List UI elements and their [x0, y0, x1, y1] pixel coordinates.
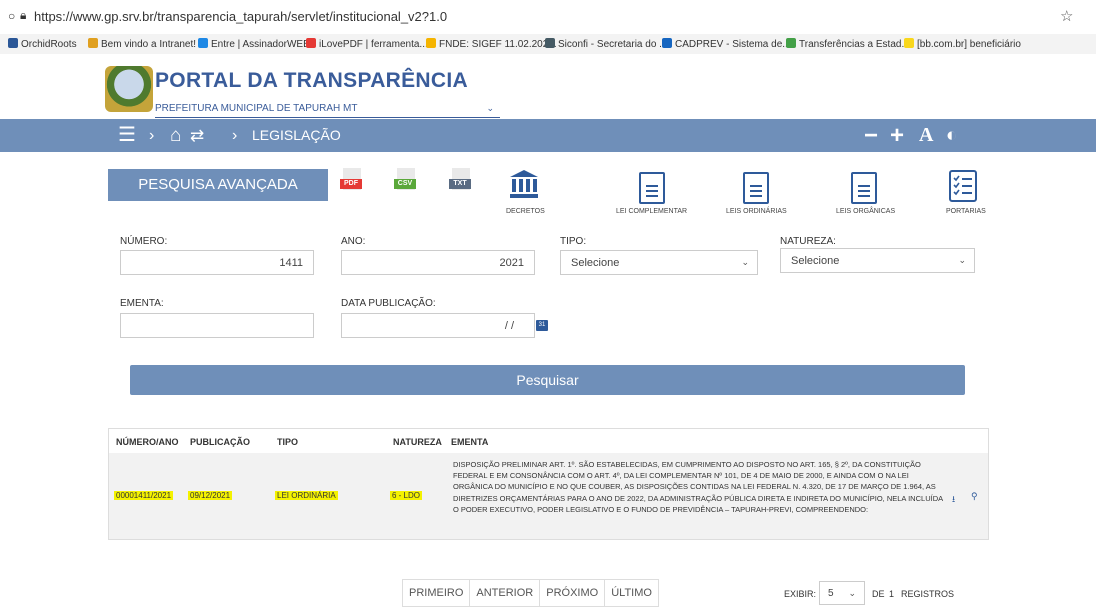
cell-tipo: LEI ORDINÁRIA — [275, 491, 338, 500]
portarias-label[interactable]: PORTARIAS — [946, 208, 986, 215]
pagination: PRIMEIRO ANTERIOR PRÓXIMO ÚLTIMO — [402, 579, 659, 607]
data-publicacao-input[interactable]: / / — [341, 313, 535, 338]
chevron-right-icon: › — [232, 127, 238, 144]
calendar-icon[interactable]: 31 — [536, 320, 548, 331]
leis-organicas-label[interactable]: LEIS ORGÂNICAS — [836, 208, 895, 215]
download-icon[interactable]: ⭳ — [952, 492, 955, 508]
star-icon[interactable]: ☆ — [1060, 7, 1073, 25]
bookmark-icon — [306, 38, 316, 48]
portarias-checklist-icon[interactable] — [949, 170, 977, 202]
browser-url-bar: ○ 🔒︎ https://www.gp.srv.br/transparencia… — [0, 0, 1096, 35]
bookmark-icon — [88, 38, 98, 48]
bookmark-icon — [426, 38, 436, 48]
chevron-down-icon: ⌄ — [848, 588, 856, 598]
chevron-down-icon: ⌄ — [486, 103, 494, 113]
bookmark-item[interactable]: Transferências a Estad... — [786, 38, 910, 50]
cell-publicacao: 09/12/2021 — [188, 491, 233, 500]
advanced-search-button[interactable]: PESQUISA AVANÇADA — [108, 169, 328, 201]
col-header-publicacao[interactable]: PUBLICAÇÃO — [190, 437, 250, 447]
bookmark-item[interactable]: Siconfi - Secretaria do ... — [545, 38, 668, 50]
chevron-down-icon: ⌄ — [741, 257, 749, 267]
font-size-icon[interactable]: A — [919, 119, 933, 152]
numero-label: NÚMERO: — [120, 236, 168, 247]
municipality-crest-logo — [105, 66, 153, 112]
cell-ementa: DISPOSIÇÃO PRELIMINAR ART. 1º. SÃO ESTAB… — [453, 460, 943, 514]
bookmark-item[interactable]: CADPREV - Sistema de... — [662, 38, 791, 50]
csv-export-icon[interactable]: CSV — [394, 168, 416, 192]
bookmark-item[interactable]: Entre | AssinadorWEB — [198, 38, 310, 50]
lei-complementar-doc-icon[interactable] — [639, 172, 665, 204]
ano-label: ANO: — [341, 236, 366, 247]
leis-ordinarias-label[interactable]: LEIS ORDINÁRIAS — [726, 208, 787, 215]
search-icon[interactable]: ⚲ — [971, 491, 978, 502]
bookmark-icon — [545, 38, 555, 48]
leis-ordinarias-doc-icon[interactable] — [743, 172, 769, 204]
col-header-ementa[interactable]: EMENTA — [451, 437, 488, 447]
txt-export-icon[interactable]: TXT — [449, 168, 471, 192]
chevron-right-icon: › — [149, 127, 155, 144]
exibir-label: EXIBIR: — [784, 589, 817, 599]
natureza-select[interactable]: Selecione ⌄ — [780, 248, 975, 273]
increase-font-icon[interactable]: + — [890, 119, 904, 152]
col-header-natureza[interactable]: NATUREZA — [393, 437, 442, 447]
breadcrumb-current: LEGISLAÇÃO — [252, 127, 341, 143]
bookmark-item[interactable]: FNDE: SIGEF 11.02.202... — [426, 38, 557, 50]
pdf-export-icon[interactable]: PDF — [340, 168, 362, 192]
next-page-button[interactable]: PRÓXIMO — [540, 580, 606, 606]
decrease-font-icon[interactable]: − — [864, 119, 878, 152]
bookmarks-bar: OrchidRoots Bem vindo a Intranet! Entre … — [0, 34, 1096, 54]
col-header-tipo[interactable]: TIPO — [277, 437, 298, 447]
cell-numero-ano: 00001411/2021 — [114, 491, 174, 500]
ementa-input[interactable] — [120, 313, 314, 338]
decretos-label[interactable]: DECRETOS — [506, 208, 545, 215]
cell-natureza: 6 - LDO — [390, 491, 423, 500]
bookmark-item[interactable]: [bb.com.br] beneficiário — [904, 38, 1021, 50]
contrast-icon[interactable]: ◐ — [946, 119, 957, 152]
chevron-down-icon: ⌄ — [958, 255, 966, 265]
ementa-label: EMENTA: — [120, 298, 164, 309]
registros-label: REGISTROS — [901, 589, 955, 599]
refresh-icon[interactable]: ⇄ — [190, 119, 204, 152]
col-header-numero-ano[interactable]: NÚMERO/ANO — [116, 437, 179, 447]
ano-input[interactable]: 2021 — [341, 250, 535, 275]
last-page-button[interactable]: ÚLTIMO — [605, 580, 658, 606]
bookmark-item[interactable]: Bem vindo a Intranet! — [88, 38, 196, 50]
search-button[interactable]: Pesquisar — [130, 365, 965, 395]
leis-organicas-doc-icon[interactable] — [851, 172, 877, 204]
tipo-select[interactable]: Selecione ⌄ — [560, 250, 758, 275]
de-label: DE — [872, 589, 885, 599]
back-circle-icon[interactable]: ○ — [8, 9, 15, 23]
entity-select[interactable]: PREFEITURA MUNICIPAL DE TAPURAH MT ⌄ — [155, 103, 500, 118]
portal-title: PORTAL DA TRANSPARÊNCIA — [155, 69, 468, 92]
bookmark-icon — [198, 38, 208, 48]
bookmark-item[interactable]: iLovePDF | ferramenta... — [306, 38, 428, 50]
bookmark-icon — [662, 38, 672, 48]
home-icon[interactable]: ⌂ — [170, 119, 181, 152]
data-publicacao-label: DATA PUBLICAÇÃO: — [341, 298, 436, 309]
lock-icon: 🔒︎ — [20, 8, 27, 22]
numero-input[interactable]: 1411 — [120, 250, 314, 275]
hamburger-menu-icon[interactable]: ☰ — [118, 119, 136, 152]
entity-select-value: PREFEITURA MUNICIPAL DE TAPURAH MT — [155, 103, 358, 114]
institution-icon — [510, 170, 538, 198]
bookmark-icon — [8, 38, 18, 48]
total-count: 1 — [889, 589, 895, 599]
natureza-label: NATUREZA: — [780, 236, 836, 247]
first-page-button[interactable]: PRIMEIRO — [403, 580, 471, 606]
nav-bar: ☰ › ⌂ ⇄ › LEGISLAÇÃO − + A ◐ — [0, 119, 1096, 152]
prev-page-button[interactable]: ANTERIOR — [470, 580, 541, 606]
decretos-icon[interactable] — [508, 168, 540, 200]
bookmark-item[interactable]: OrchidRoots — [8, 38, 77, 50]
bookmark-icon — [904, 38, 914, 48]
url-text[interactable]: https://www.gp.srv.br/transparencia_tapu… — [34, 9, 447, 24]
tipo-label: TIPO: — [560, 236, 587, 247]
lei-complementar-label[interactable]: LEI COMPLEMENTAR — [616, 208, 687, 215]
page-size-select[interactable]: 5 ⌄ — [819, 581, 865, 605]
bookmark-icon — [786, 38, 796, 48]
